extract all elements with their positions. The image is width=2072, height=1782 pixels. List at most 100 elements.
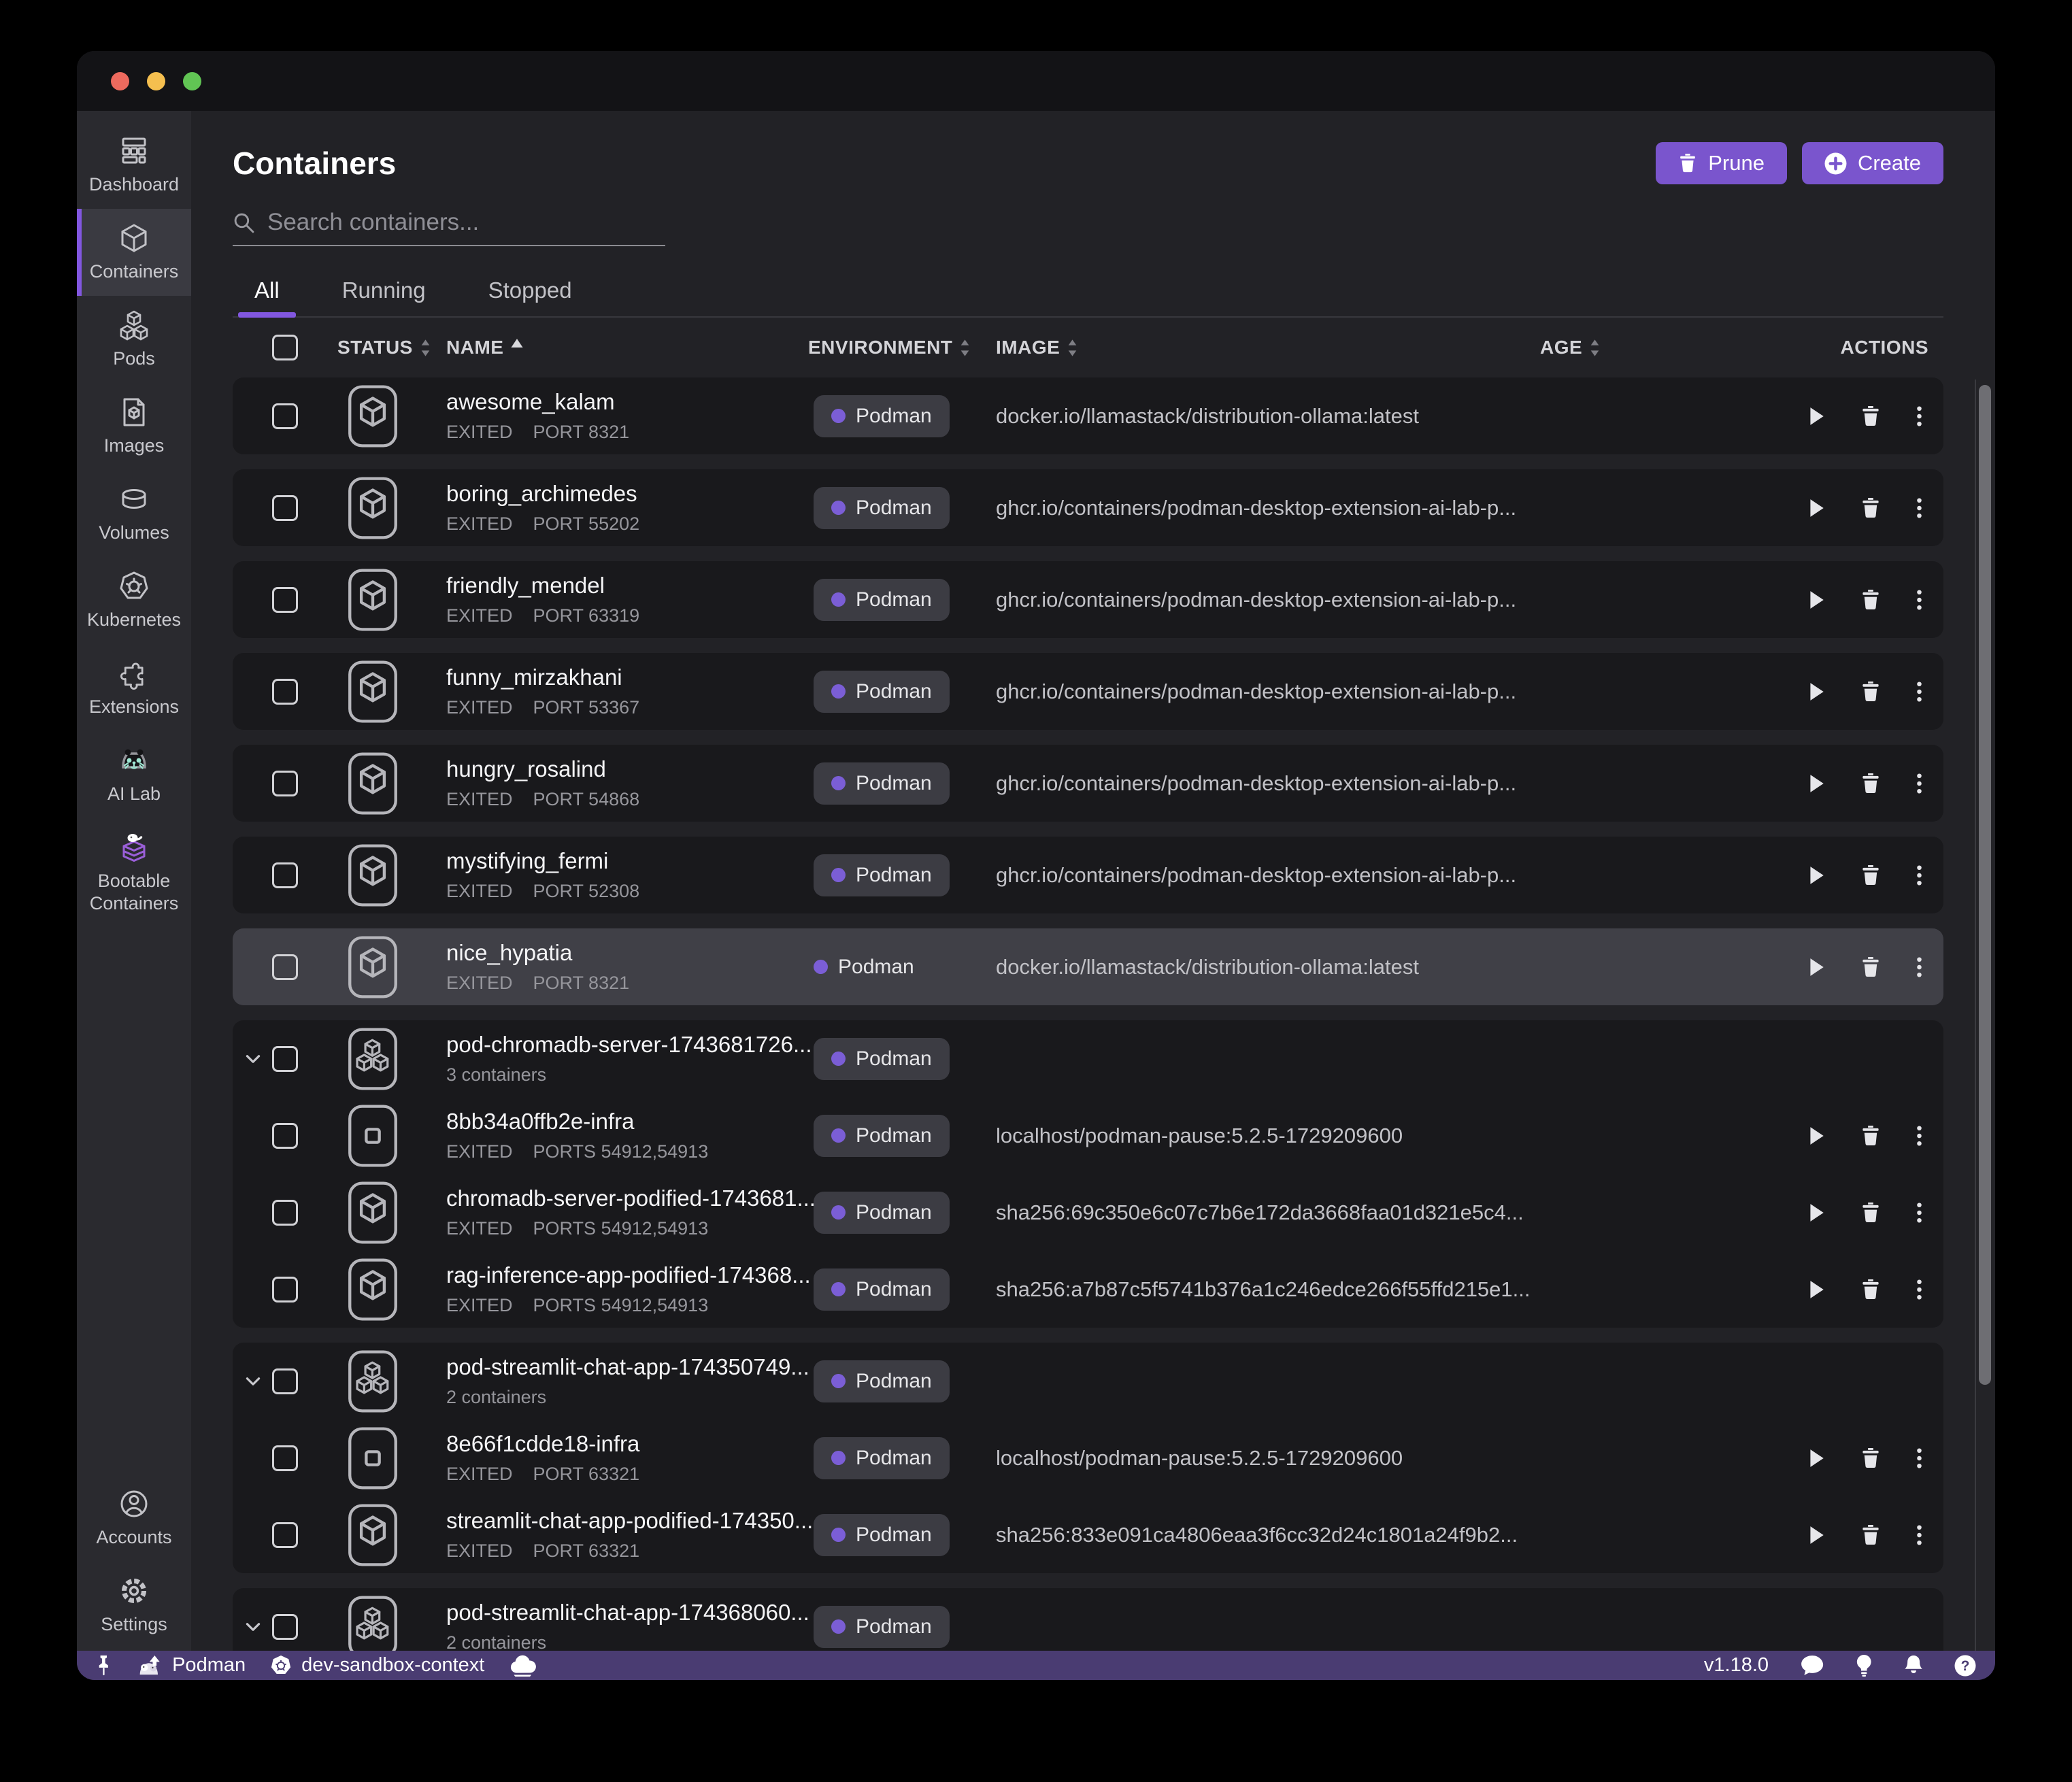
more-actions-button[interactable] [1916, 406, 1923, 426]
statusbar-item-dev-sandbox-context[interactable]: dev-sandbox-context [270, 1654, 484, 1677]
more-actions-button[interactable] [1916, 590, 1923, 610]
start-container-button[interactable] [1807, 406, 1826, 426]
row-checkbox[interactable] [272, 1445, 298, 1471]
minimize-window-button[interactable] [147, 72, 165, 90]
sidebar-item-ai-lab[interactable]: AI Lab [77, 731, 191, 818]
start-container-button[interactable] [1807, 1126, 1826, 1146]
more-actions-button[interactable] [1916, 682, 1923, 702]
sort-icon[interactable] [1588, 338, 1601, 358]
delete-container-button[interactable] [1861, 682, 1880, 702]
create-button[interactable]: Create [1802, 142, 1943, 184]
row-checkbox[interactable] [272, 1046, 298, 1072]
chevron-down-icon[interactable] [243, 1371, 263, 1392]
row-checkbox[interactable] [272, 954, 298, 980]
pod-row[interactable]: pod-chromadb-server-1743681726...3 conta… [233, 1020, 1943, 1097]
select-all-checkbox[interactable] [272, 335, 298, 360]
column-header-image[interactable]: IMAGE [996, 337, 1540, 358]
start-container-button[interactable] [1807, 1525, 1826, 1545]
more-actions-button[interactable] [1916, 957, 1923, 977]
row-checkbox[interactable] [272, 1368, 298, 1394]
start-container-button[interactable] [1807, 590, 1826, 610]
container-row[interactable]: 8bb34a0ffb2e-infraEXITEDPORTS 54912,5491… [233, 1097, 1943, 1174]
row-checkbox[interactable] [272, 403, 298, 429]
row-checkbox[interactable] [272, 771, 298, 796]
start-container-button[interactable] [1807, 498, 1826, 518]
sidebar-item-pods[interactable]: Pods [77, 296, 191, 383]
more-actions-button[interactable] [1916, 498, 1923, 518]
sidebar-item-settings[interactable]: Settings [77, 1562, 191, 1649]
container-row[interactable]: nice_hypatiaEXITEDPORT 8321Podmandocker.… [233, 928, 1943, 1005]
more-actions-button[interactable] [1916, 1525, 1923, 1545]
column-header-actions[interactable]: ACTIONS [1744, 337, 1943, 358]
sort-icon[interactable] [419, 338, 432, 358]
row-checkbox[interactable] [272, 679, 298, 705]
tab-running[interactable]: Running [326, 271, 442, 316]
more-actions-button[interactable] [1916, 1203, 1923, 1223]
sidebar-item-volumes[interactable]: Volumes [77, 470, 191, 557]
column-header-name[interactable]: NAME [446, 337, 808, 358]
start-container-button[interactable] [1807, 773, 1826, 794]
start-container-button[interactable] [1807, 1279, 1826, 1300]
sidebar-item-kubernetes[interactable]: Kubernetes [77, 557, 191, 644]
container-row[interactable]: hungry_rosalindEXITEDPORT 54868Podmanghc… [233, 745, 1943, 822]
start-container-button[interactable] [1807, 1203, 1826, 1223]
scrollbar-thumb[interactable] [1979, 385, 1991, 1385]
scrollbar-track[interactable] [1975, 380, 1995, 1651]
more-actions-button[interactable] [1916, 1279, 1923, 1300]
row-checkbox[interactable] [272, 1200, 298, 1226]
delete-container-button[interactable] [1861, 865, 1880, 886]
row-checkbox[interactable] [272, 1614, 298, 1640]
row-checkbox[interactable] [272, 862, 298, 888]
sort-icon[interactable] [1066, 338, 1079, 358]
more-actions-button[interactable] [1916, 865, 1923, 886]
tab-all[interactable]: All [238, 271, 296, 316]
row-checkbox[interactable] [272, 587, 298, 613]
statusbar-item-pin[interactable] [96, 1655, 112, 1677]
sidebar-item-extensions[interactable]: Extensions [77, 644, 191, 731]
more-actions-button[interactable] [1916, 1126, 1923, 1146]
row-checkbox[interactable] [272, 1522, 298, 1548]
sidebar-item-bootable-containers[interactable]: Bootable Containers [77, 818, 191, 928]
start-container-button[interactable] [1807, 957, 1826, 977]
statusbar-chat-button[interactable] [1800, 1655, 1824, 1677]
delete-container-button[interactable] [1861, 1448, 1880, 1468]
statusbar-bell-button[interactable] [1904, 1655, 1923, 1677]
sidebar-item-dashboard[interactable]: Dashboard [77, 122, 191, 209]
row-checkbox[interactable] [272, 1277, 298, 1302]
sort-ascending-icon[interactable] [509, 338, 524, 348]
container-row[interactable]: friendly_mendelEXITEDPORT 63319Podmanghc… [233, 561, 1943, 638]
delete-container-button[interactable] [1861, 1279, 1880, 1300]
chevron-down-icon[interactable] [243, 1049, 263, 1069]
delete-container-button[interactable] [1861, 773, 1880, 794]
sidebar-item-images[interactable]: Images [77, 383, 191, 470]
row-checkbox[interactable] [272, 1123, 298, 1149]
delete-container-button[interactable] [1861, 1525, 1880, 1545]
container-row[interactable]: boring_archimedesEXITEDPORT 55202Podmang… [233, 469, 1943, 546]
delete-container-button[interactable] [1861, 406, 1880, 426]
tab-stopped[interactable]: Stopped [472, 271, 588, 316]
container-row[interactable]: 8e66f1cdde18-infraEXITEDPORT 63321Podman… [233, 1419, 1943, 1496]
chevron-down-icon[interactable] [243, 1617, 263, 1637]
row-checkbox[interactable] [272, 495, 298, 521]
delete-container-button[interactable] [1861, 957, 1880, 977]
column-header-age[interactable]: AGE [1540, 337, 1744, 358]
start-container-button[interactable] [1807, 682, 1826, 702]
delete-container-button[interactable] [1861, 590, 1880, 610]
sort-icon[interactable] [958, 338, 971, 358]
sidebar-item-containers[interactable]: Containers [77, 209, 191, 296]
pod-row[interactable]: pod-streamlit-chat-app-174350749...2 con… [233, 1343, 1943, 1419]
container-row[interactable]: rag-inference-app-podified-174368...EXIT… [233, 1251, 1943, 1328]
statusbar-lightbulb-button[interactable] [1856, 1655, 1872, 1677]
close-window-button[interactable] [111, 72, 129, 90]
container-row[interactable]: mystifying_fermiEXITEDPORT 52308Podmangh… [233, 837, 1943, 913]
delete-container-button[interactable] [1861, 1126, 1880, 1146]
container-row[interactable]: awesome_kalamEXITEDPORT 8321Podmandocker… [233, 377, 1943, 454]
more-actions-button[interactable] [1916, 773, 1923, 794]
container-row[interactable]: funny_mirzakhaniEXITEDPORT 53367Podmangh… [233, 653, 1943, 730]
statusbar-help-button[interactable]: ? [1954, 1655, 1976, 1677]
more-actions-button[interactable] [1916, 1448, 1923, 1468]
column-header-status[interactable]: STATUS [337, 337, 446, 358]
search-input[interactable] [267, 209, 665, 236]
container-row[interactable]: chromadb-server-podified-1743681...EXITE… [233, 1174, 1943, 1251]
delete-container-button[interactable] [1861, 1203, 1880, 1223]
